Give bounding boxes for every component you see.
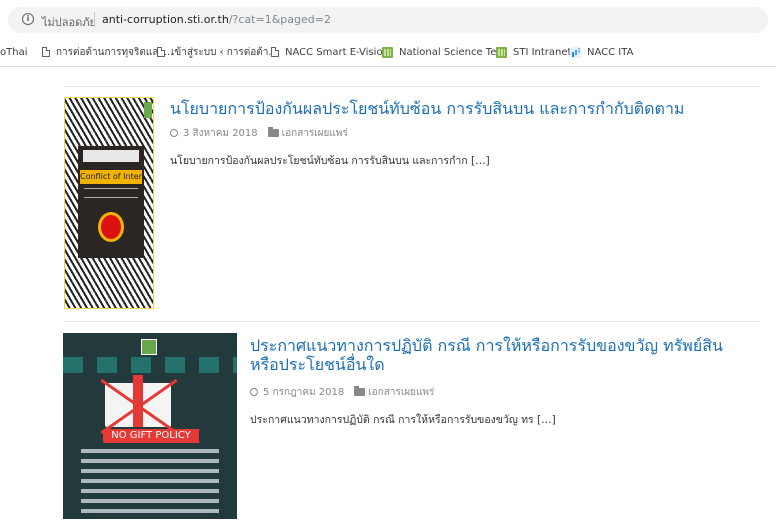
- decoration: [63, 357, 237, 373]
- url-host: anti-corruption.sti.or.th: [102, 13, 229, 26]
- book-cover: Conflict of Interest: [78, 146, 144, 258]
- document-icon: [271, 47, 279, 57]
- bookmark-othai[interactable]: oThai: [0, 46, 27, 60]
- post-thumbnail[interactable]: Conflict of Interest: [64, 97, 154, 309]
- bookmark-label: NACC Smart E-Visio...: [285, 47, 392, 58]
- bookmark-national-science[interactable]: National Science Te...: [382, 46, 506, 60]
- divider: [64, 321, 760, 322]
- cover-subtitle: [84, 188, 138, 198]
- bookmark-label: NACC ITA: [587, 47, 634, 58]
- post-date: 3 สิงหาคม 2018: [183, 128, 258, 139]
- chart-icon: [570, 46, 581, 58]
- divider: [64, 86, 760, 87]
- post-title-line: หรือประโยชน์อื่นใด: [250, 355, 385, 374]
- post-meta: 3 สิงหาคม 2018 เอกสารเผยแพร่: [170, 126, 348, 141]
- document-icon: [157, 47, 165, 57]
- post-excerpt: ประกาศแนวทางการปฏิบัติ กรณี การให้หรือกา…: [250, 414, 556, 426]
- stop-hand-icon: [98, 212, 124, 242]
- info-icon[interactable]: i: [22, 13, 34, 25]
- bookmarks-bar: oThai การต่อต้านการทุจริตและ... เข้าสู่ร…: [0, 38, 776, 67]
- no-gift-banner: NO GIFT POLICY: [103, 429, 199, 443]
- not-secure-label[interactable]: ไม่ปลอดภัย: [42, 13, 96, 31]
- folder-icon: [267, 127, 279, 137]
- clock-icon: [170, 129, 178, 137]
- url-path: /?cat=1&paged=2: [228, 13, 331, 26]
- bookmark-label: National Science Te...: [399, 47, 506, 58]
- text-line: [81, 499, 219, 503]
- post-thumbnail[interactable]: NO GIFT POLICY: [63, 333, 237, 519]
- url-text[interactable]: anti-corruption.sti.or.th/?cat=1&paged=2: [102, 13, 331, 26]
- folder-icon: [354, 386, 366, 396]
- text-line: [81, 489, 219, 493]
- clock-icon: [250, 388, 258, 396]
- text-line: [81, 459, 219, 463]
- logo-icon: [144, 102, 152, 118]
- bookmark-nacc-smart[interactable]: NACC Smart E-Visio...: [271, 46, 392, 60]
- post-title-line: ประกาศแนวทางการปฏิบัติ กรณี การให้หรือกา…: [250, 336, 723, 355]
- address-bar: i ไม่ปลอดภัย anti-corruption.sti.or.th/?…: [0, 0, 776, 38]
- bookmark-label: เข้าสู่ระบบ ‹ การต่อต้า...: [171, 47, 278, 58]
- post-meta: 5 กรกฎาคม 2018 เอกสารเผยแพร่: [250, 385, 434, 400]
- post-title[interactable]: นโยบายการป้องกันผลประโยชน์ทับซ้อน การรับ…: [170, 99, 770, 118]
- grid-logo-icon: [382, 46, 393, 58]
- document-icon: [42, 47, 50, 57]
- bookmark-label: oThai: [0, 47, 28, 58]
- bookmark-anticorruption[interactable]: การต่อต้านการทุจริตและ...: [42, 46, 173, 60]
- post-excerpt: นโยบายการป้องกันผลประโยชน์ทับซ้อน การรับ…: [170, 155, 490, 167]
- text-line: [81, 479, 219, 483]
- logo-icon: [141, 339, 157, 355]
- post-category[interactable]: เอกสารเผยแพร่: [368, 387, 434, 398]
- bookmark-label: STI Intranet: [513, 47, 572, 58]
- bookmark-nacc-ita[interactable]: NACC ITA: [570, 46, 633, 60]
- post-category[interactable]: เอกสารเผยแพร่: [282, 128, 348, 139]
- text-line: [81, 449, 219, 453]
- bookmark-login[interactable]: เข้าสู่ระบบ ‹ การต่อต้า...: [157, 46, 278, 60]
- cover-title: Conflict of Interest: [80, 170, 142, 184]
- post-date: 5 กรกฎาคม 2018: [263, 387, 345, 398]
- cover-header: [83, 150, 139, 162]
- text-line: [81, 469, 219, 473]
- text-line: [81, 509, 219, 513]
- grid-logo-icon: [496, 46, 507, 58]
- bookmark-label: การต่อต้านการทุจริตและ...: [56, 47, 174, 58]
- address-separator: [94, 12, 95, 27]
- post-title[interactable]: ประกาศแนวทางการปฏิบัติ กรณี การให้หรือกา…: [250, 336, 770, 374]
- bookmark-sti-intranet[interactable]: STI Intranet: [496, 46, 571, 60]
